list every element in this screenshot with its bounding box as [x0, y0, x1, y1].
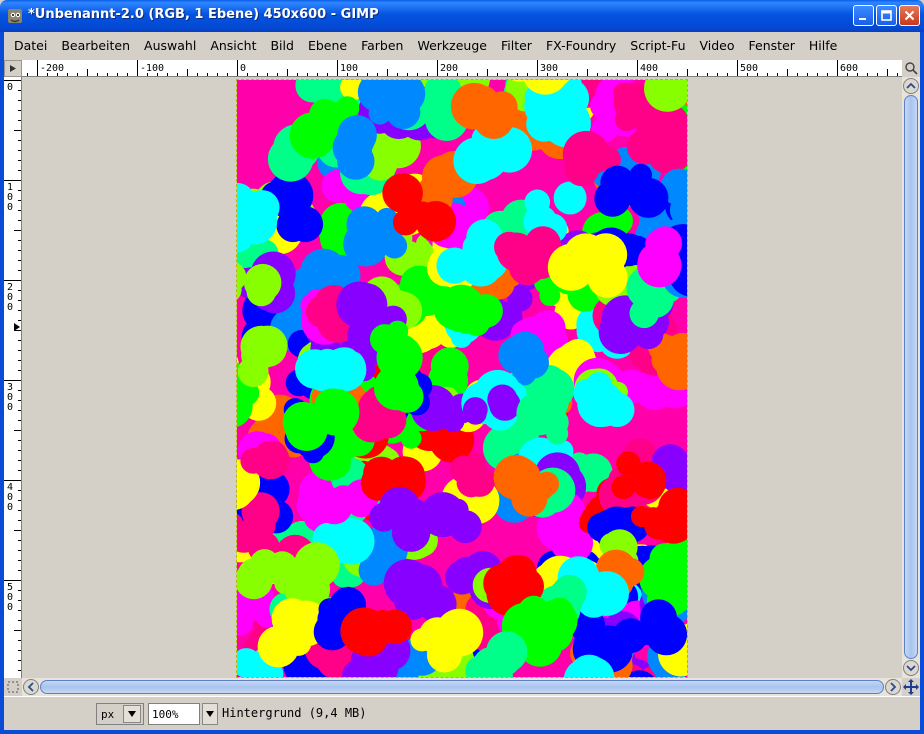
image-canvas[interactable] [236, 79, 688, 678]
status-layer-info: Hintergrund (9,4 MB) [222, 706, 367, 720]
menu-werkzeuge[interactable]: Werkzeuge [417, 38, 487, 53]
title-bar[interactable]: *Unbenannt-2.0 (RGB, 1 Ebene) 450x600 - … [0, 0, 924, 32]
menu-auswahl[interactable]: Auswahl [144, 38, 196, 53]
vertical-scrollbar[interactable] [902, 77, 920, 678]
ruler-label: 0 [7, 82, 13, 93]
ruler-label: 200 [7, 282, 13, 313]
menu-ansicht[interactable]: Ansicht [210, 38, 256, 53]
quick-mask-icon [7, 681, 19, 693]
ruler-label: 400 [640, 63, 658, 74]
vertical-ruler[interactable]: 0 100 200 300 400 500 [4, 77, 22, 678]
scroll-down-button[interactable] [903, 660, 919, 676]
triangle-down-icon [128, 711, 136, 717]
scroll-right-button[interactable] [885, 679, 901, 695]
menubar: Datei Bearbeiten Auswahl Ansicht Bild Eb… [4, 32, 920, 58]
menu-farben[interactable]: Farben [361, 38, 403, 53]
menu-script-fu[interactable]: Script-Fu [630, 38, 685, 53]
zoom-dropdown-button[interactable] [202, 703, 218, 725]
unit-selector[interactable]: px [96, 703, 144, 725]
unit-dropdown-arrow[interactable] [123, 705, 141, 723]
menu-ebene[interactable]: Ebene [308, 38, 347, 53]
window-frame-right [920, 32, 924, 734]
gimp-wilber-icon [8, 9, 22, 23]
window-title: *Unbenannt-2.0 (RGB, 1 Ebene) 450x600 - … [28, 7, 379, 22]
zoom-magnifier-icon [905, 62, 918, 75]
ruler-label: 100 [7, 182, 13, 213]
zoom-input[interactable]: 100% [148, 703, 200, 725]
horizontal-scroll-thumb[interactable] [40, 680, 884, 694]
pointer-position-marker [14, 323, 20, 331]
quick-mask-toggle[interactable] [4, 678, 22, 696]
navigate-button[interactable] [902, 678, 920, 696]
ruler-label: 400 [7, 482, 13, 513]
ruler-label: 300 [540, 63, 558, 74]
ruler-label: 300 [7, 382, 13, 413]
menu-datei[interactable]: Datei [14, 38, 47, 53]
ruler-label: 0 [240, 63, 246, 74]
horizontal-ruler[interactable]: -200 -100 0 100 200 300 400 500 600 [22, 60, 902, 77]
menu-bild[interactable]: Bild [270, 38, 293, 53]
menu-fenster[interactable]: Fenster [749, 38, 795, 53]
minimize-button[interactable] [853, 5, 874, 26]
paint-blob [295, 347, 367, 392]
horizontal-ruler-ticks: -200 -100 0 100 200 300 400 500 600 [27, 60, 898, 76]
unit-value: px [101, 707, 115, 721]
zoom-corner [902, 60, 920, 77]
ruler-label: 500 [740, 63, 758, 74]
menu-fx-foundry[interactable]: FX-Foundry [546, 38, 616, 53]
maximize-button[interactable] [876, 5, 897, 26]
close-icon [904, 10, 915, 21]
vertical-ruler-ticks: 0 1 0 0 2 0 0 3 0 0 4 0 0 5 0 0 [4, 80, 21, 671]
status-bar: px 100% Hintergrund (9,4 MB) [4, 696, 920, 730]
ruler-label: -200 [40, 63, 64, 74]
ruler-label: 100 [340, 63, 358, 74]
triangle-down-icon [206, 711, 214, 717]
menu-bearbeiten[interactable]: Bearbeiten [61, 38, 130, 53]
maximize-icon [881, 10, 892, 21]
ruler-corner-menu-icon [10, 65, 16, 72]
scroll-up-button[interactable] [903, 78, 919, 94]
menu-hilfe[interactable]: Hilfe [809, 38, 837, 53]
scroll-left-button[interactable] [23, 679, 39, 695]
ruler-label: 600 [840, 63, 858, 74]
chevron-down-icon [906, 665, 916, 672]
image-menu-button[interactable] [4, 60, 22, 77]
ruler-label: 500 [7, 582, 13, 613]
window-frame-bottom [0, 730, 924, 734]
navigate-cross-icon [903, 679, 919, 695]
ruler-label: -100 [140, 63, 164, 74]
ruler-label: 200 [440, 63, 458, 74]
horizontal-scrollbar[interactable] [22, 678, 902, 696]
close-button[interactable] [899, 5, 920, 26]
menu-video[interactable]: Video [700, 38, 735, 53]
menu-filter[interactable]: Filter [501, 38, 532, 53]
chevron-up-icon [906, 82, 916, 89]
vertical-scroll-thumb[interactable] [904, 95, 918, 659]
minimize-icon [859, 18, 866, 20]
chevron-right-icon [890, 682, 897, 692]
chevron-left-icon [27, 682, 34, 692]
canvas-area[interactable] [22, 77, 902, 678]
